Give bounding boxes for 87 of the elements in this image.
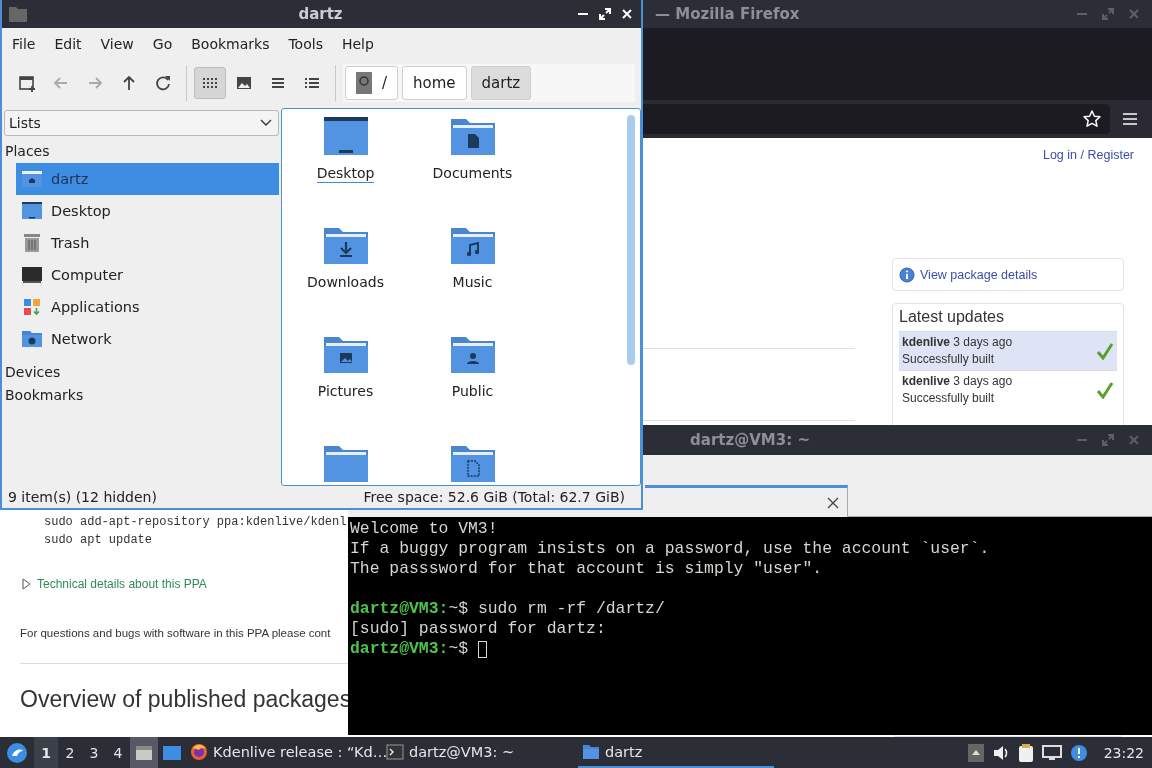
path-button[interactable]: dartz [470,66,532,100]
prompt-line: dartz@VM3:~$ [350,639,470,659]
place-item[interactable]: dartz [16,163,279,195]
grid-view-button[interactable] [194,67,226,99]
drive-icon [356,72,372,94]
triangle-icon[interactable] [22,578,31,590]
path-button[interactable]: / [345,66,399,100]
free-space-text: Free space: 52.6 GiB (Total: 62.7 GiB) [363,489,625,505]
start-menu-icon[interactable] [6,741,28,764]
browser-icon [190,742,208,761]
menu-item[interactable]: View [100,36,134,52]
update-title: kdenlive 3 days ago [902,373,1013,390]
body-text: For questions and bugs with software in this PPA please cont [20,627,331,639]
file-manager-launcher[interactable] [130,737,158,768]
section-heading: Overview of published packages [20,686,353,713]
code-line: sudo add-apt-repository ppa:kdenlive/kdenl [44,514,347,531]
section-label[interactable]: Devices [4,357,279,380]
notification-icon[interactable] [1069,743,1088,762]
menu-item[interactable]: Edit [54,36,82,52]
update-row[interactable]: kdenlive 3 days ago Successfully built [899,331,1117,370]
place-item[interactable]: Applications [16,291,279,323]
clipboard-icon[interactable] [1017,742,1034,763]
output-line: [sudo] password for dartz: [350,619,606,639]
window-title: dartz [298,5,343,23]
trash-icon [21,232,43,254]
update-row[interactable]: kdenlive 3 days ago Successfully built [899,370,1117,409]
window-title: dartz@VM3: ~ [690,431,810,449]
volume-icon[interactable] [991,744,1010,761]
close-icon[interactable] [827,496,839,509]
folder-item[interactable]: Documents [409,115,536,215]
place-item[interactable]: Computer [16,259,279,291]
folder-item[interactable]: Music [409,224,536,324]
menu-icon[interactable] [1122,112,1138,126]
network-icon[interactable] [1041,744,1062,761]
terminal-icon [386,742,404,761]
details-link[interactable]: Technical details about this PPA [37,577,207,591]
card-title: Latest updates [899,308,1005,326]
network-folder-icon [21,328,43,350]
menu-item[interactable]: Go [152,36,173,52]
update-status: Successfully built [902,351,996,368]
folder-item[interactable]: Desktop [282,115,409,215]
star-icon[interactable] [1082,109,1102,129]
update-status: Successfully built [902,390,996,407]
applications-icon [21,296,43,318]
menu-item[interactable]: File [12,36,36,52]
task-button[interactable]: dartz [578,737,774,768]
output-line: Welcome to VM3! [350,519,498,539]
place-item[interactable]: Desktop [16,195,279,227]
new-window-icon [18,74,36,92]
desktop-icon [162,744,182,761]
check-icon [1096,381,1114,399]
update-title: kdenlive 3 days ago [902,334,1013,351]
code-line: sudo apt update [44,532,153,549]
folder-item[interactable]: Public [409,333,536,433]
side-pane-dropdown[interactable]: Lists [4,110,279,136]
clock: 23:22 [1103,744,1144,761]
login-link[interactable]: Log in / Register [1042,148,1134,162]
image-icon [235,74,253,92]
desktop-switch[interactable]: 1 [34,737,58,768]
menu-item[interactable]: Bookmarks [191,36,270,52]
place-item[interactable]: Network [16,323,279,355]
desktop-icon [321,115,370,157]
menu-item[interactable]: Help [341,36,374,52]
desktop-switch[interactable]: 4 [106,737,130,768]
package-details-link[interactable]: View package details [920,267,1038,282]
desktop-switch[interactable]: 3 [82,737,106,768]
folder-item[interactable]: Pictures [282,333,409,433]
prompt-line: dartz@VM3:~$ sudo rm -rf /dartz/ [350,599,665,619]
desktop-icon [21,200,43,222]
section-label: Places [4,142,51,159]
chevron-down-icon [260,119,272,127]
folder-item[interactable]: Downloads [282,224,409,324]
info-icon [899,266,915,283]
reload-icon [154,74,172,92]
desktop-switch[interactable]: 2 [58,737,82,768]
window-title: — Mozilla Firefox [655,5,801,23]
path-button[interactable]: home [402,66,467,100]
scrollbar[interactable] [627,115,635,365]
menu-item[interactable]: Tools [288,36,323,52]
check-icon [1096,342,1114,360]
place-item[interactable]: Trash [16,227,279,259]
home-icon [21,168,43,190]
computer-icon [21,264,43,286]
status-text: 9 item(s) (12 hidden) [8,489,157,505]
output-line: The passsword for that account is simply "user". [350,559,823,579]
section-label[interactable]: Bookmarks [4,380,279,403]
output-line: If a buggy program insists on a password, use the account `user`. [350,539,990,559]
